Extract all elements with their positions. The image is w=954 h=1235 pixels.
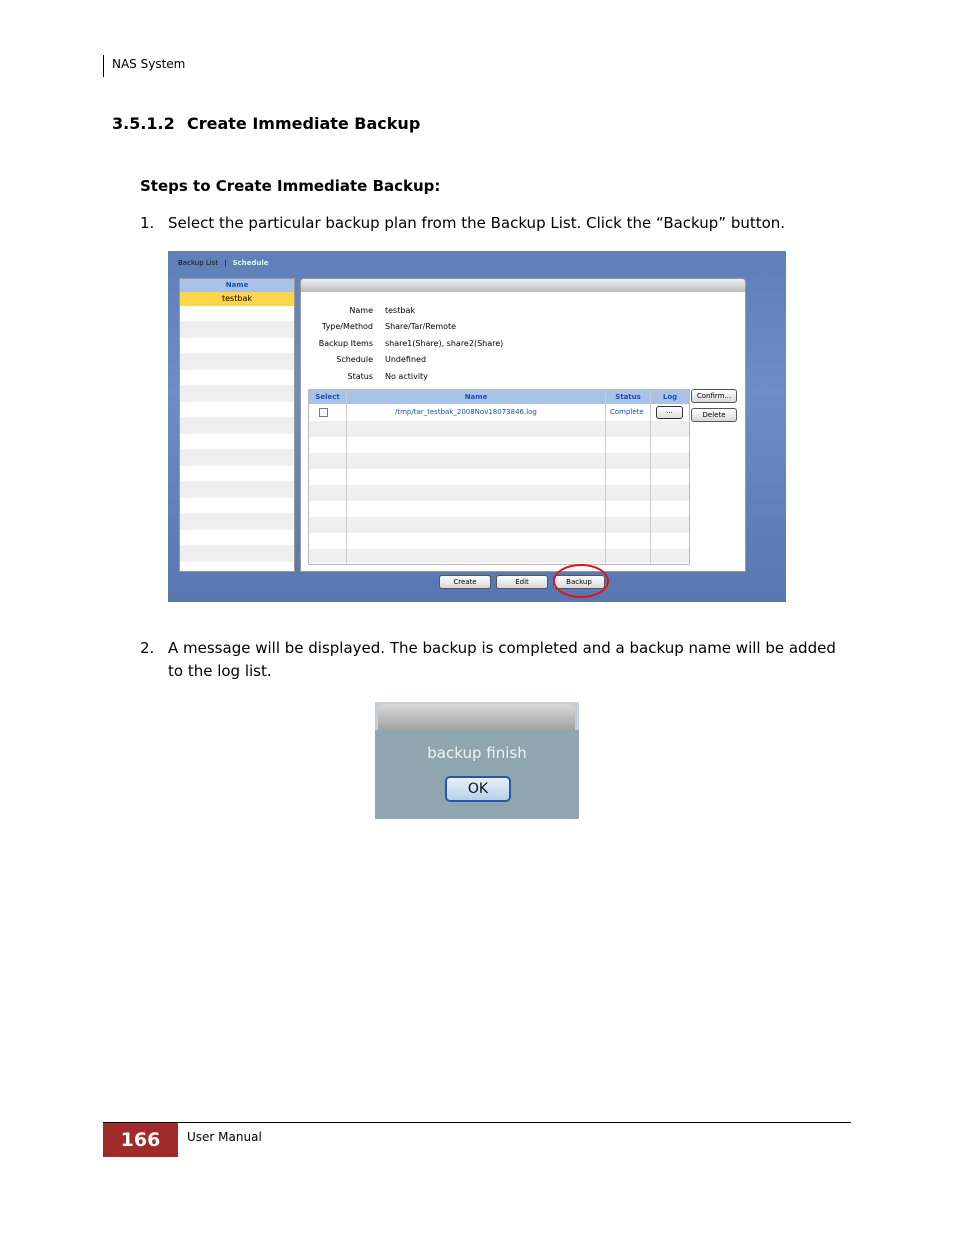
col-header-log: Log [651,390,689,404]
list-empty-row [180,498,294,514]
footer-label: User Manual [187,1130,262,1144]
table-row [309,549,689,563]
detail-value: testbak [385,306,415,315]
col-header-status: Status [606,390,650,404]
view-log-button[interactable]: ... [656,406,683,419]
list-empty-row [180,466,294,482]
list-empty-row [180,434,294,450]
confirm-button[interactable]: Confirm... [691,389,737,403]
header-rule [103,55,104,77]
step-1: 1. Select the particular backup plan fro… [140,212,840,235]
list-header: Name [180,279,294,292]
list-empty-row [180,450,294,466]
detail-panel: Name testbak Type/Method Share/Tar/Remote … [300,278,746,572]
list-empty-row [180,386,294,402]
detail-key: Backup Items [318,339,373,348]
tab-separator: | [224,259,227,267]
dialog-message: backup finish [427,744,527,762]
steps-heading: Steps to Create Immediate Backup: [140,177,441,195]
section-heading: 3.5.1.2 Create Immediate Backup [112,114,420,133]
list-empty-row [180,418,294,434]
table-row [309,469,689,485]
detail-value: Undefined [385,355,427,364]
page-number: 166 [103,1123,178,1157]
list-empty-row [180,402,294,418]
section-title: Create Immediate Backup [187,114,421,133]
table-row [309,453,689,469]
table-row [309,501,689,517]
list-empty-row [180,370,294,386]
backup-list-screenshot: Backup List | Schedule Name testbak Name te… [168,251,786,602]
section-number: 3.5.1.2 [112,114,175,133]
panel-titlebar [301,279,745,292]
table-row [309,485,689,501]
list-empty-row [180,530,294,546]
backup-finish-dialog-screenshot: backup finish OK [375,702,579,819]
backup-list-panel: Name testbak [179,278,295,572]
tab-schedule[interactable]: Schedule [232,259,268,267]
dialog-titlebar [378,704,575,732]
table-row [309,517,689,533]
list-empty-row [180,514,294,530]
table-row [309,533,689,549]
list-empty-row [180,338,294,354]
column-divider [346,390,347,564]
tab-bar: Backup List | Schedule [178,259,269,267]
detail-key: Type/Method [321,322,373,331]
step-text: Select the particular backup plan from t… [168,214,786,232]
log-table: Select Name Status Log /tmp/tar_testbak_… [308,389,690,565]
step-number: 1. [140,214,155,232]
col-header-select: Select [309,390,346,404]
ok-button[interactable]: OK [445,776,511,802]
detail-key: Name [349,306,373,315]
detail-value: No activity [385,372,428,381]
create-button[interactable]: Create [439,575,491,589]
detail-value: Share/Tar/Remote [385,322,457,331]
edit-button[interactable]: Edit [496,575,548,589]
detail-value: share1(Share), share2(Share) [385,339,504,348]
running-title: NAS System [112,57,186,71]
footer-rule [103,1122,851,1123]
col-header-name: Name [347,390,605,404]
list-item-selected[interactable]: testbak [180,292,294,306]
detail-key: Status [347,372,374,381]
tab-backup-list[interactable]: Backup List [178,259,218,267]
step-number: 2. [140,639,155,657]
list-empty-row [180,482,294,498]
table-row [309,437,689,453]
detail-key: Schedule [336,355,373,364]
log-status: Complete [610,408,644,416]
highlight-circle [553,564,609,598]
delete-button[interactable]: Delete [691,408,737,422]
list-empty-row [180,306,294,322]
list-empty-row [180,546,294,562]
list-empty-row [180,354,294,370]
table-row [309,421,689,437]
column-divider [605,390,606,564]
table-row: /tmp/tar_testbak_2008Nov18073846.log Com… [309,405,689,421]
list-empty-row [180,322,294,338]
step-text: A message will be displayed. The backup … [168,639,836,680]
column-divider [650,390,651,564]
log-file-link[interactable]: /tmp/tar_testbak_2008Nov18073846.log [395,408,537,416]
step-2: 2. A message will be displayed. The back… [140,637,840,683]
row-checkbox[interactable] [319,408,328,417]
